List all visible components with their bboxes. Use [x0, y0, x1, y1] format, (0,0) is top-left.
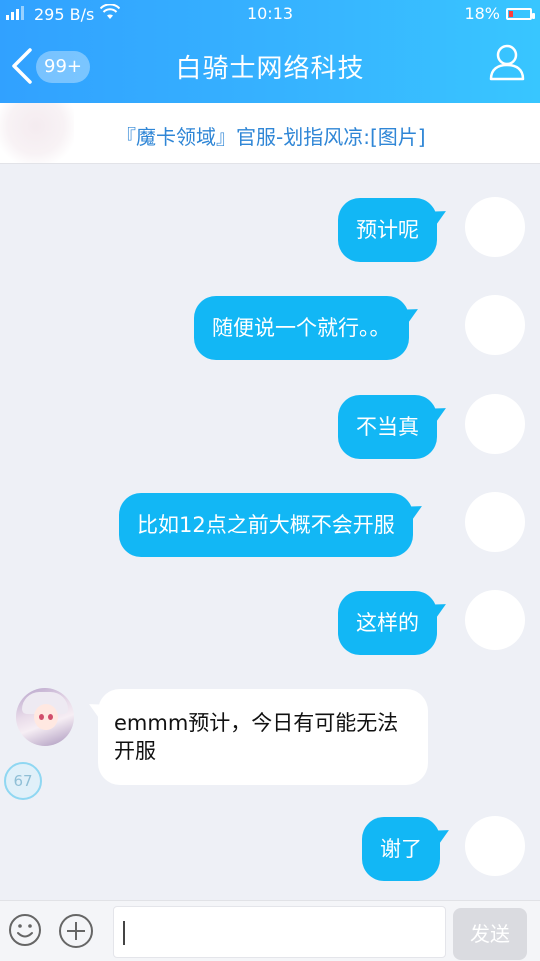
plus-icon[interactable]: [58, 913, 94, 949]
status-time: 10:13: [246, 4, 294, 23]
announcement-text: 『魔卡领域』官服-划指风凉:[图片]: [116, 125, 426, 149]
message-input[interactable]: [113, 906, 446, 958]
announcement-bar[interactable]: 『魔卡领域』官服-划指风凉:[图片]: [0, 103, 540, 164]
avatar[interactable]: [465, 295, 525, 355]
message-bubble[interactable]: 这样的: [338, 591, 437, 655]
battery-percent: 18%: [464, 4, 500, 23]
message-bubble[interactable]: 预计呢: [338, 198, 437, 262]
avatar[interactable]: [465, 816, 525, 876]
message-bubble[interactable]: 谢了: [362, 817, 440, 881]
status-bar: 295 B/s 10:13 18%: [0, 0, 540, 28]
message-bubble[interactable]: 比如12点之前大概不会开服: [119, 493, 413, 557]
header: 295 B/s 10:13 18% 99+ 白骑士网络科技: [0, 0, 540, 103]
text-caret: [123, 921, 125, 945]
announcement-image: [0, 103, 74, 163]
message-bubble[interactable]: 不当真: [338, 395, 437, 459]
back-icon[interactable]: [8, 46, 38, 86]
message-bubble[interactable]: emmm预计，今日有可能无法开服: [98, 689, 428, 785]
chat-title: 白骑士网络科技: [175, 54, 365, 84]
message-bubble[interactable]: 随便说一个就行。。: [194, 296, 409, 360]
avatar[interactable]: [16, 688, 74, 746]
avatar[interactable]: [465, 590, 525, 650]
avatar[interactable]: [465, 394, 525, 454]
profile-icon[interactable]: [488, 43, 526, 81]
floating-badge[interactable]: 67: [4, 762, 42, 800]
send-button[interactable]: 发送: [453, 908, 527, 960]
unread-count-badge[interactable]: 99+: [36, 51, 90, 83]
nav-bar: 99+ 白骑士网络科技: [0, 28, 540, 103]
avatar[interactable]: [465, 197, 525, 257]
emoji-icon[interactable]: [8, 913, 42, 947]
avatar[interactable]: [465, 492, 525, 552]
battery-icon: [506, 7, 535, 20]
input-bar: 发送: [0, 900, 540, 961]
